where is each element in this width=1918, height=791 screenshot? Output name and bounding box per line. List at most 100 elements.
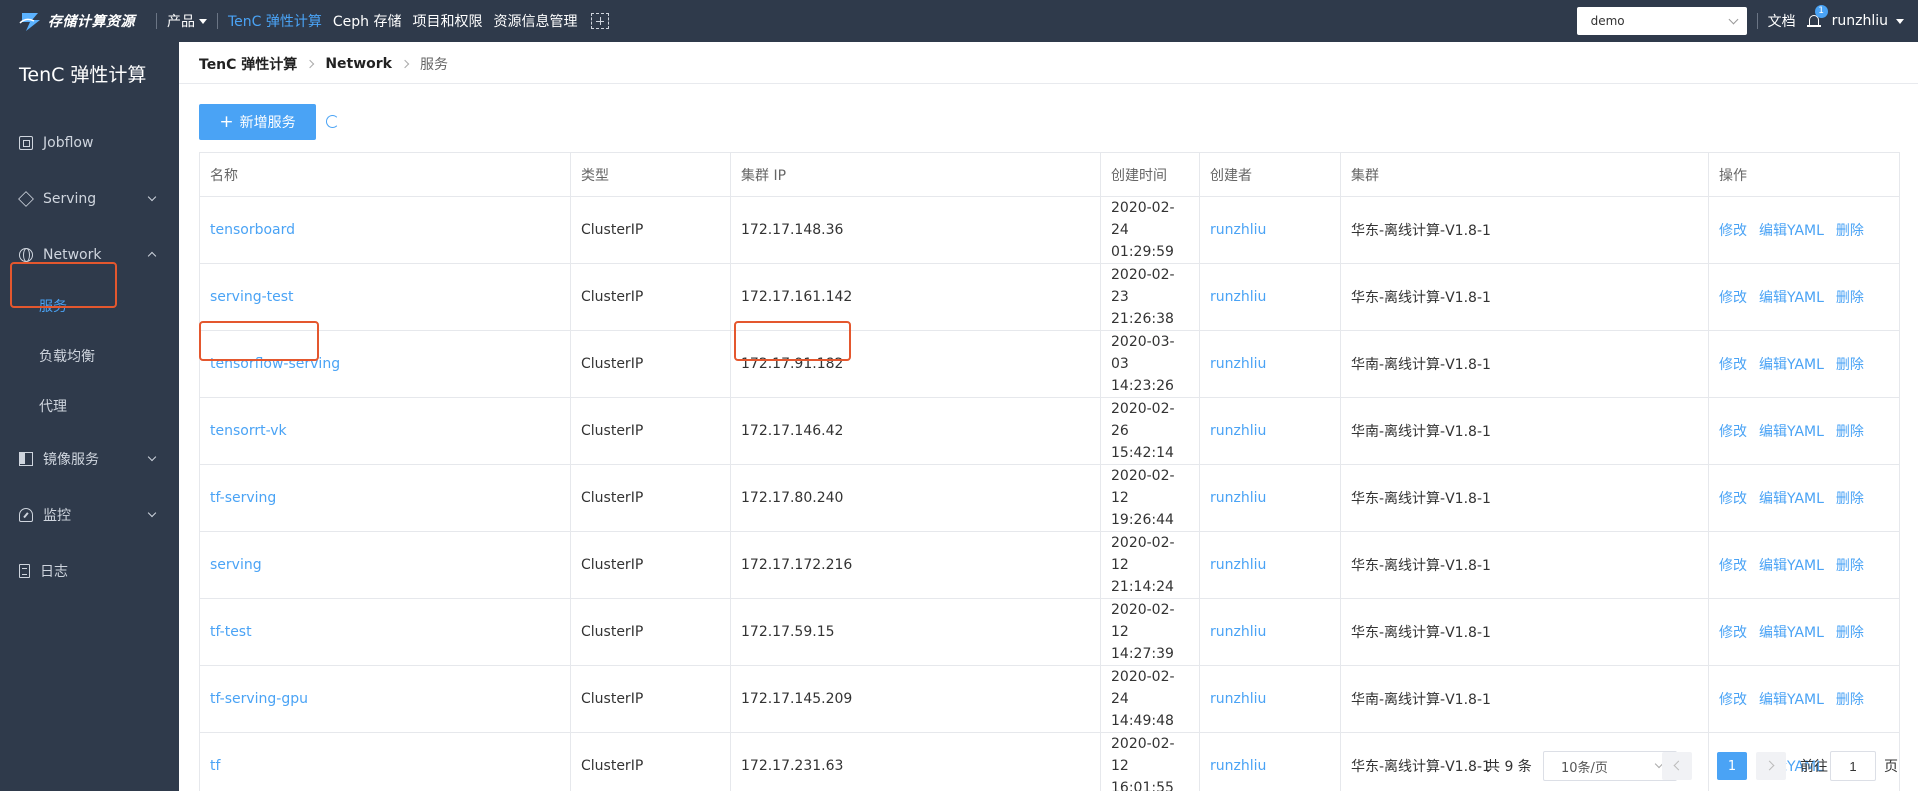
- table-row: tensorrt-vk ClusterIP 172.17.146.42 2020-02…: [199, 397, 1900, 465]
- service-name-link[interactable]: tensorboard: [210, 222, 295, 238]
- sidebar-item-label: Network: [43, 247, 102, 263]
- col-header-created-time: 创建时间: [1100, 152, 1200, 197]
- service-name-link[interactable]: tf-serving: [210, 490, 276, 506]
- sidebar-item-log[interactable]: 日志: [0, 551, 179, 591]
- sidebar-item-label: 监控: [43, 508, 71, 524]
- refresh-icon[interactable]: [326, 115, 339, 128]
- service-type: ClusterIP: [570, 397, 731, 465]
- expand-icon[interactable]: [590, 13, 609, 29]
- edit-link[interactable]: 修改: [1719, 692, 1747, 708]
- delete-link[interactable]: 删除: [1836, 692, 1864, 708]
- service-type: ClusterIP: [570, 665, 731, 733]
- next-page-button[interactable]: [1756, 752, 1786, 780]
- edit-link[interactable]: 修改: [1719, 357, 1747, 373]
- product-label: 产品: [167, 14, 195, 30]
- breadcrumb-item[interactable]: TenC 弹性计算: [199, 54, 297, 74]
- breadcrumb-item[interactable]: Network: [325, 56, 392, 72]
- sidebar-item-jobflow[interactable]: Jobflow: [0, 123, 179, 163]
- creator-link[interactable]: runzhliu: [1210, 557, 1266, 573]
- cluster-name: 华南-离线计算-V1.8-1: [1340, 330, 1709, 398]
- delete-link[interactable]: 删除: [1836, 357, 1864, 373]
- product-menu[interactable]: 产品: [167, 11, 207, 31]
- user-menu[interactable]: runzhliu: [1832, 13, 1904, 29]
- service-type: ClusterIP: [570, 531, 731, 599]
- col-header-type: 类型: [570, 152, 731, 197]
- page-1-button[interactable]: 1: [1717, 752, 1747, 780]
- created-date: 2020-02-24: [1111, 200, 1175, 238]
- nav-resource-info[interactable]: 资源信息管理: [494, 11, 578, 31]
- created-clock: 16:01:55: [1111, 780, 1174, 791]
- created-clock: 15:42:14: [1111, 445, 1174, 461]
- add-service-button[interactable]: + 新增服务: [199, 104, 316, 140]
- chevron-down-icon: [147, 452, 157, 462]
- delete-link[interactable]: 删除: [1836, 558, 1864, 574]
- delete-link[interactable]: 删除: [1836, 625, 1864, 641]
- creator-link[interactable]: runzhliu: [1210, 624, 1266, 640]
- cluster-ip: 172.17.148.36: [730, 196, 1101, 264]
- edit-link[interactable]: 修改: [1719, 491, 1747, 507]
- sidebar-item-monitor[interactable]: 监控: [0, 495, 179, 535]
- creator-link[interactable]: runzhliu: [1210, 758, 1266, 774]
- col-header-name: 名称: [199, 152, 571, 197]
- edit-yaml-link[interactable]: 编辑YAML: [1759, 357, 1824, 373]
- edit-link[interactable]: 修改: [1719, 424, 1747, 440]
- edit-yaml-link[interactable]: 编辑YAML: [1759, 558, 1824, 574]
- edit-yaml-link[interactable]: 编辑YAML: [1759, 290, 1824, 306]
- service-name-link[interactable]: serving-test: [210, 289, 294, 305]
- sidebar-item-serving[interactable]: Serving: [0, 179, 179, 219]
- creator-link[interactable]: runzhliu: [1210, 356, 1266, 372]
- sidebar-item-proxy[interactable]: 代理: [0, 386, 179, 426]
- goto-page-input[interactable]: [1830, 751, 1876, 781]
- sidebar-item-label: Jobflow: [43, 135, 94, 151]
- page-size-select[interactable]: 10条/页: [1543, 751, 1677, 781]
- edit-yaml-link[interactable]: 编辑YAML: [1759, 424, 1824, 440]
- sidebar-item-label: 镜像服务: [43, 452, 99, 468]
- bell-icon[interactable]: 1: [1806, 5, 1828, 29]
- cluster-ip: 172.17.145.209: [730, 665, 1101, 733]
- edit-yaml-link[interactable]: 编辑YAML: [1759, 223, 1824, 239]
- creator-link[interactable]: runzhliu: [1210, 423, 1266, 439]
- prev-page-button[interactable]: [1662, 752, 1692, 780]
- nav-ceph[interactable]: Ceph 存储: [333, 11, 402, 31]
- sidebar-item-loadbalance[interactable]: 负载均衡: [0, 336, 179, 376]
- logo[interactable]: 存储计算资源: [18, 9, 146, 33]
- delete-link[interactable]: 删除: [1836, 424, 1864, 440]
- cube-icon: [18, 191, 34, 207]
- plus-icon: +: [219, 111, 234, 132]
- edit-yaml-link[interactable]: 编辑YAML: [1759, 491, 1824, 507]
- sidebar-item-label: Serving: [43, 191, 97, 207]
- sidebar-item-image[interactable]: 镜像服务: [0, 439, 179, 479]
- divider: [217, 13, 218, 29]
- delete-link[interactable]: 删除: [1836, 223, 1864, 239]
- nav-project-permissions[interactable]: 项目和权限: [413, 11, 483, 31]
- service-name-link[interactable]: tf-serving-gpu: [210, 691, 308, 707]
- services-table: 名称 类型 集群 IP 创建时间 创建者 集群 操作 tensorboard Cl…: [199, 152, 1900, 791]
- docs-link[interactable]: 文档: [1768, 11, 1796, 31]
- creator-link[interactable]: runzhliu: [1210, 490, 1266, 506]
- env-select-value: demo: [1590, 14, 1625, 28]
- edit-yaml-link[interactable]: 编辑YAML: [1759, 692, 1824, 708]
- delete-link[interactable]: 删除: [1836, 290, 1864, 306]
- edit-link[interactable]: 修改: [1719, 290, 1747, 306]
- creator-link[interactable]: runzhliu: [1210, 691, 1266, 707]
- divider: [179, 83, 1918, 84]
- service-name-link[interactable]: tf: [210, 758, 220, 774]
- page-size-value: 10条/页: [1561, 760, 1608, 776]
- created-date: 2020-02-12: [1111, 535, 1175, 573]
- edit-link[interactable]: 修改: [1719, 558, 1747, 574]
- nav-tenc[interactable]: TenC 弹性计算: [228, 11, 322, 31]
- edit-link[interactable]: 修改: [1719, 223, 1747, 239]
- service-name-link[interactable]: serving: [210, 557, 262, 573]
- service-type: ClusterIP: [570, 732, 731, 791]
- creator-link[interactable]: runzhliu: [1210, 222, 1266, 238]
- edit-yaml-link[interactable]: 编辑YAML: [1759, 625, 1824, 641]
- delete-link[interactable]: 删除: [1836, 491, 1864, 507]
- service-name-link[interactable]: tf-test: [210, 624, 252, 640]
- caret-down-icon: [1896, 18, 1904, 24]
- divider: [156, 13, 157, 29]
- service-name-link[interactable]: tensorrt-vk: [210, 423, 287, 439]
- creator-link[interactable]: runzhliu: [1210, 289, 1266, 305]
- env-select[interactable]: demo: [1576, 7, 1747, 35]
- table-row: tf-test ClusterIP 172.17.59.15 2020-02-12 14…: [199, 598, 1900, 666]
- edit-link[interactable]: 修改: [1719, 625, 1747, 641]
